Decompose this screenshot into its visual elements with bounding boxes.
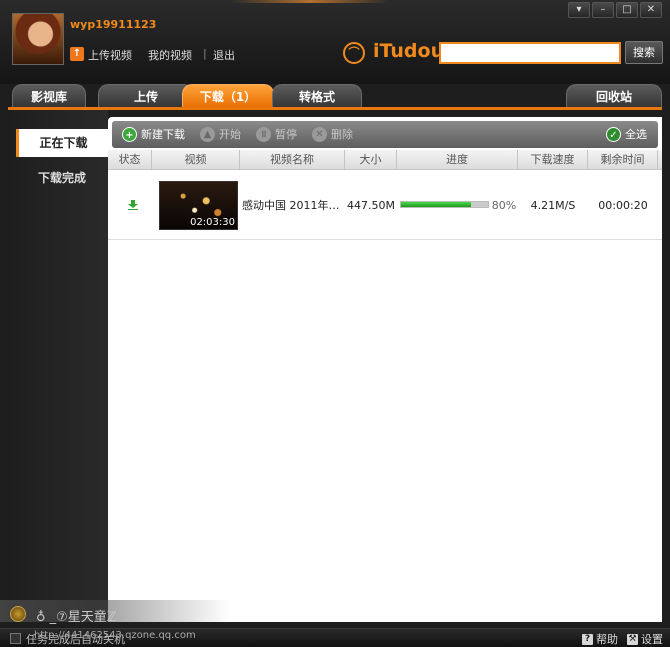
table-header: 状态 视频 视频名称 大小 进度 下载速度 剩余时间 bbox=[108, 150, 662, 170]
help-label: 帮助 bbox=[596, 633, 618, 646]
column-header-remaining[interactable]: 剩余时间 bbox=[588, 150, 658, 170]
tab-upload[interactable]: 上传 bbox=[98, 84, 194, 108]
column-header-progress[interactable]: 进度 bbox=[397, 150, 518, 170]
status-bar: 任务完成后自动关机 http://441462543.qzone.qq.com … bbox=[0, 628, 670, 647]
nav-separator: | bbox=[203, 47, 207, 60]
pause-label: 暂停 bbox=[275, 128, 297, 141]
column-header-size[interactable]: 大小 bbox=[345, 150, 397, 170]
tab-recycle-bin[interactable]: 回收站 bbox=[566, 84, 662, 108]
checkmark-icon: ✓ bbox=[606, 127, 621, 142]
logo-text: iTudou bbox=[373, 40, 445, 62]
start-label: 开始 bbox=[219, 128, 241, 141]
username-label[interactable]: wyp19911123 bbox=[70, 18, 156, 31]
new-download-button[interactable]: + 新建下载 bbox=[122, 126, 185, 143]
progress-fill bbox=[401, 202, 471, 207]
plus-icon: + bbox=[122, 127, 137, 142]
tab-download[interactable]: 下载（1） bbox=[182, 84, 274, 108]
minimize-button[interactable]: – bbox=[592, 2, 614, 18]
tudou-logo-icon: ⌒ bbox=[343, 42, 365, 64]
tab-video-library[interactable]: 影视库 bbox=[12, 84, 86, 108]
start-button[interactable]: ▲ 开始 bbox=[200, 126, 241, 143]
search-input[interactable] bbox=[439, 42, 621, 64]
column-header-name[interactable]: 视频名称 bbox=[240, 150, 345, 170]
delete-icon: ✕ bbox=[312, 127, 327, 142]
table-row[interactable]: 02:03:30 感动中国 2011年… 447.50M 80% 4.21M/S… bbox=[108, 172, 662, 240]
size-cell: 447.50M bbox=[347, 199, 395, 212]
wrench-icon: ⚒ bbox=[627, 633, 638, 645]
header-glow bbox=[230, 0, 390, 3]
sidebar-item-downloading[interactable]: 正在下载 bbox=[16, 129, 108, 157]
logout-link[interactable]: 退出 bbox=[213, 47, 235, 63]
pause-icon: ॥ bbox=[256, 127, 271, 142]
sidebar-item-completed[interactable]: 下载完成 bbox=[16, 164, 108, 192]
delete-button[interactable]: ✕ 删除 bbox=[312, 126, 353, 143]
select-all-button[interactable]: ✓ 全选 bbox=[606, 126, 647, 143]
auto-shutdown-checkbox[interactable] bbox=[10, 633, 21, 644]
video-name-cell: 感动中国 2011年… bbox=[242, 199, 340, 212]
progress-percent: 80% bbox=[491, 199, 517, 212]
speed-cell: 4.21M/S bbox=[530, 199, 576, 212]
select-all-label: 全选 bbox=[625, 128, 647, 141]
watermark-url: http://441462543.qzone.qq.com bbox=[34, 630, 196, 641]
emblem-icon bbox=[10, 606, 26, 622]
delete-label: 删除 bbox=[331, 128, 353, 141]
upload-arrow-icon: ↑ bbox=[70, 47, 84, 61]
video-duration: 02:03:30 bbox=[190, 217, 235, 228]
download-sidebar: 正在下载 下载完成 bbox=[8, 110, 108, 622]
watermark-text: ♁ _⑦星天童ℤ bbox=[36, 610, 117, 625]
column-header-speed[interactable]: 下载速度 bbox=[518, 150, 588, 170]
video-thumbnail[interactable]: 02:03:30 bbox=[159, 181, 238, 230]
maximize-button[interactable]: □ bbox=[616, 2, 638, 18]
new-download-label: 新建下载 bbox=[141, 128, 185, 141]
column-header-video[interactable]: 视频 bbox=[152, 150, 240, 170]
help-icon: ? bbox=[582, 633, 593, 645]
avatar[interactable] bbox=[12, 13, 64, 65]
download-toolbar: + 新建下载 ▲ 开始 ॥ 暂停 ✕ 删除 ✓ 全选 bbox=[112, 121, 658, 148]
settings-label: 设置 bbox=[641, 633, 663, 646]
start-icon: ▲ bbox=[200, 127, 215, 142]
upload-video-link[interactable]: 上传视频 bbox=[88, 47, 132, 63]
progress-bar bbox=[400, 201, 489, 208]
download-list-panel: + 新建下载 ▲ 开始 ॥ 暂停 ✕ 删除 ✓ 全选 状态 视频 视频名称 大小… bbox=[108, 117, 662, 622]
tab-convert-format[interactable]: 转格式 bbox=[272, 84, 362, 108]
download-arrow-icon bbox=[128, 200, 138, 210]
my-videos-link[interactable]: 我的视频 bbox=[148, 47, 192, 63]
help-button[interactable]: ? 帮助 bbox=[582, 631, 618, 647]
remaining-time-cell: 00:00:20 bbox=[598, 199, 648, 212]
search-button[interactable]: 搜索 bbox=[625, 41, 663, 64]
close-button[interactable]: ✕ bbox=[640, 2, 662, 18]
header-bar: ▾ – □ ✕ wyp19911123 ↑ 上传视频 我的视频 | 退出 ⌒ i… bbox=[0, 0, 670, 84]
pause-button[interactable]: ॥ 暂停 bbox=[256, 126, 297, 143]
settings-button[interactable]: ⚒ 设置 bbox=[627, 631, 663, 647]
menu-dropdown-button[interactable]: ▾ bbox=[568, 2, 590, 18]
column-header-status[interactable]: 状态 bbox=[108, 150, 152, 170]
window-controls: ▾ – □ ✕ bbox=[568, 2, 662, 18]
